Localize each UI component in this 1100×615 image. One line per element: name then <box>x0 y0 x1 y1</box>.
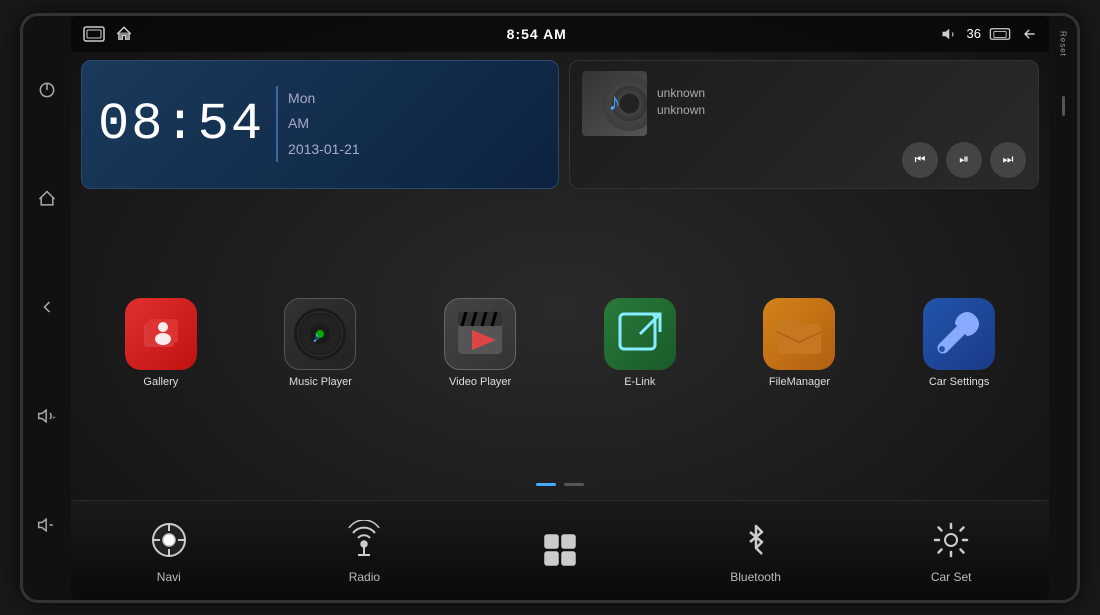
clock-day: Mon <box>288 86 360 111</box>
rewind-button[interactable]: ⏮ <box>902 142 938 178</box>
media-top: ♪ unknown unknown <box>582 71 1026 136</box>
right-panel: Reset <box>1049 16 1077 600</box>
media-info: unknown unknown <box>657 86 1026 120</box>
fast-forward-button[interactable]: ⏭ <box>990 142 1026 178</box>
play-pause-button[interactable]: ⏯ <box>946 142 982 178</box>
pagination-dots <box>81 479 1039 490</box>
track-name: unknown <box>657 86 1026 100</box>
video-label: Video Player <box>449 376 511 388</box>
navi-icon <box>149 520 189 560</box>
status-left-icons <box>83 25 133 43</box>
bluetooth-icon <box>736 520 776 560</box>
clock-widget: 08:54 Mon AM 2013-01-21 <box>81 60 559 189</box>
app-music[interactable]: ♪ Music Player <box>270 298 370 388</box>
page-dot-1 <box>536 483 556 486</box>
status-right-icons: 36 <box>941 26 1037 42</box>
carsettings-svg <box>929 304 989 364</box>
apps-row: Gallery ♪ <box>81 207 1039 479</box>
elink-svg <box>610 304 670 364</box>
widgets-area: 08:54 Mon AM 2013-01-21 ♪ unknown unkno <box>71 52 1049 197</box>
svg-text:+: + <box>52 415 56 422</box>
app-filemanager[interactable]: FileManager <box>749 298 849 388</box>
home-side-button[interactable] <box>33 185 61 213</box>
gallery-svg <box>136 309 186 359</box>
clock-date: 2013-01-21 <box>288 137 360 162</box>
music-note-icon: ♪ <box>609 89 621 117</box>
reset-label[interactable]: Reset <box>1059 31 1068 57</box>
window-icon <box>83 26 105 42</box>
apps-grid: Gallery ♪ <box>71 197 1049 500</box>
device-frame: + 8:54 <box>20 13 1080 603</box>
apps-grid-icon <box>540 530 580 570</box>
filemanager-svg <box>769 304 829 364</box>
status-bar: 8:54 AM 36 <box>71 16 1049 52</box>
elink-label: E-Link <box>624 376 655 388</box>
back-status-icon <box>1019 26 1037 42</box>
app-carsettings[interactable]: Car Settings <box>909 298 1009 388</box>
main-screen: 8:54 AM 36 <box>71 16 1049 600</box>
music-label: Music Player <box>289 376 352 388</box>
music-svg: ♪ <box>290 304 350 364</box>
carsettings-label: Car Settings <box>929 376 990 388</box>
bluetooth-icon-wrap <box>732 516 780 564</box>
radio-icon-wrap <box>340 516 388 564</box>
elink-icon <box>604 298 676 370</box>
music-icon: ♪ <box>284 298 356 370</box>
volume-up-button[interactable]: + <box>33 402 61 430</box>
volume-down-button[interactable] <box>33 511 61 539</box>
navi-icon-wrap <box>145 516 193 564</box>
bottom-nav: Navi Radio <box>71 500 1049 600</box>
clock-time: 08:54 <box>98 95 264 154</box>
multitask-icon <box>989 27 1011 41</box>
clock-info: Mon AM 2013-01-21 <box>276 86 360 162</box>
bluetooth-label: Bluetooth <box>730 570 781 584</box>
gallery-icon <box>125 298 197 370</box>
home-status-icon <box>115 25 133 43</box>
video-icon <box>444 298 516 370</box>
svg-text:♪: ♪ <box>312 329 320 346</box>
volume-level: 36 <box>967 26 981 41</box>
media-controls: ⏮ ⏯ ⏭ <box>582 142 1026 178</box>
app-video[interactable]: Video Player <box>430 298 530 388</box>
filemanager-label: FileManager <box>769 376 830 388</box>
page-dot-2 <box>564 483 584 486</box>
carset-icon-wrap <box>927 516 975 564</box>
album-art: ♪ <box>582 71 647 136</box>
status-time: 8:54 AM <box>507 26 567 42</box>
carsettings-icon <box>923 298 995 370</box>
power-button[interactable] <box>33 76 61 104</box>
nav-bluetooth[interactable]: Bluetooth <box>696 516 816 584</box>
app-gallery[interactable]: Gallery <box>111 298 211 388</box>
carset-label: Car Set <box>931 570 972 584</box>
nav-navi[interactable]: Navi <box>109 516 229 584</box>
navi-label: Navi <box>157 570 181 584</box>
radio-icon <box>344 520 384 560</box>
media-widget: ♪ unknown unknown ⏮ ⏯ ⏭ <box>569 60 1039 189</box>
radio-label: Radio <box>349 570 380 584</box>
nav-carset[interactable]: Car Set <box>891 516 1011 584</box>
nav-apps-center[interactable] <box>500 526 620 574</box>
apps-center-icon-wrap <box>536 526 584 574</box>
back-side-button[interactable] <box>33 293 61 321</box>
filemanager-icon <box>763 298 835 370</box>
gallery-label: Gallery <box>143 376 178 388</box>
carset-gear-icon <box>931 520 971 560</box>
mic-indicator <box>1062 96 1065 116</box>
app-elink[interactable]: E-Link <box>590 298 690 388</box>
clock-period: AM <box>288 111 360 136</box>
artist-name: unknown <box>657 103 1026 117</box>
volume-status-icon <box>941 26 959 42</box>
left-buttons: + <box>23 16 71 600</box>
video-svg <box>450 304 510 364</box>
nav-radio[interactable]: Radio <box>304 516 424 584</box>
